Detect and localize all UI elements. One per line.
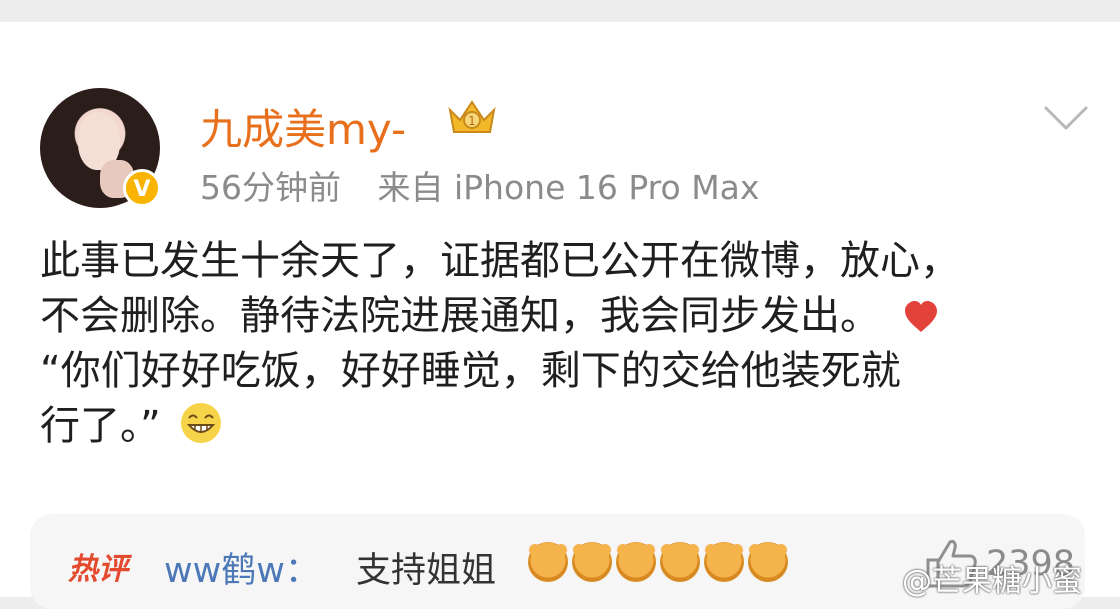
emoji-row <box>528 542 788 582</box>
bear-emoji-icon <box>616 542 656 582</box>
svg-text:1: 1 <box>468 114 476 128</box>
bear-emoji-icon <box>660 542 700 582</box>
post-meta: 56分钟前 来自 iPhone 16 Pro Max <box>200 161 785 209</box>
watermark: @芒果糖小蜜 <box>902 564 1082 599</box>
post-line: 行了。” <box>40 399 1100 454</box>
comment-text: 支持姐姐 <box>356 551 497 591</box>
post-time: 56分钟前 <box>200 168 341 207</box>
post-line: 不会删除。静待法院进展通知，我会同步发出。 <box>40 289 1100 344</box>
post-line: “你们好好吃饭，好好睡觉，剩下的交给他装死就 <box>40 348 901 394</box>
comment-user[interactable]: ww鹤w： <box>164 542 320 593</box>
hot-comment-tag: 热评 <box>68 552 128 587</box>
chevron-down-icon[interactable] <box>1042 104 1090 134</box>
bear-emoji-icon <box>572 542 612 582</box>
weibo-post-card: V 九成美my- 1 56分钟前 来自 iPhone 16 Pro Max 此事… <box>0 22 1120 609</box>
post-source: 来自 iPhone 16 Pro Max <box>377 168 760 207</box>
post-line-text: 不会删除。静待法院进展通知，我会同步发出。 <box>40 293 880 339</box>
author-name[interactable]: 九成美my- <box>200 96 406 157</box>
bear-emoji-icon <box>704 542 744 582</box>
post-content: 此事已发生十余天了，证据都已公开在微博，放心， 不会删除。静待法院进展通知，我会… <box>40 234 1100 454</box>
verified-badge: V <box>123 169 161 207</box>
heart-icon <box>904 301 937 332</box>
crown-icon: 1 <box>448 100 496 133</box>
post-line: 此事已发生十余天了，证据都已公开在微博，放心， <box>40 238 960 284</box>
bear-emoji-icon <box>528 542 568 582</box>
grin-icon <box>181 403 222 443</box>
post-line-text: 行了。” <box>40 403 161 449</box>
bear-emoji-icon <box>748 542 788 582</box>
avatar[interactable]: V <box>40 88 161 208</box>
